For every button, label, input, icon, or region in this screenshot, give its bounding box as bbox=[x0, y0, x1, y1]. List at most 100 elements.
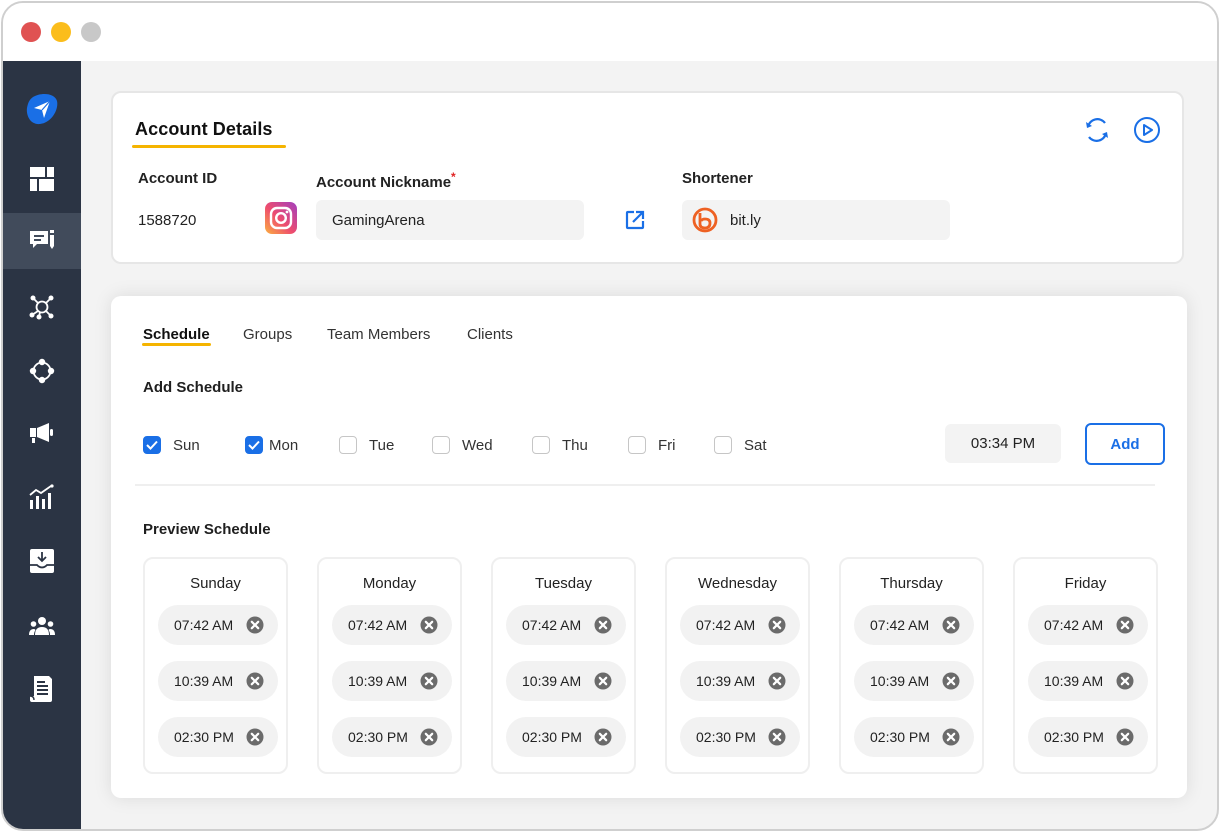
time-pill-label: 10:39 AM bbox=[174, 673, 234, 689]
day-name: Sunday bbox=[190, 575, 241, 592]
remove-time-button[interactable] bbox=[768, 728, 786, 746]
sidebar-item-reports[interactable] bbox=[3, 661, 81, 717]
remove-time-button[interactable] bbox=[1116, 616, 1134, 634]
megaphone-icon bbox=[30, 423, 53, 443]
time-pill: 07:42 AM bbox=[506, 605, 626, 645]
remove-time-button[interactable] bbox=[942, 616, 960, 634]
sidebar-logo[interactable] bbox=[3, 81, 81, 137]
remove-time-button[interactable] bbox=[420, 616, 438, 634]
remove-time-icon bbox=[594, 728, 612, 746]
day-card-friday: Friday 07:42 AM 10:39 AM 02:30 PM bbox=[1013, 557, 1158, 774]
instagram-icon bbox=[265, 202, 297, 234]
checkbox[interactable] bbox=[714, 436, 732, 454]
day-checkbox-mon[interactable]: Mon bbox=[245, 436, 298, 454]
sidebar-item-analytics[interactable] bbox=[3, 469, 81, 525]
checkbox[interactable] bbox=[628, 436, 646, 454]
remove-time-button[interactable] bbox=[768, 616, 786, 634]
time-pill-label: 10:39 AM bbox=[348, 673, 408, 689]
sidebar-item-messages[interactable] bbox=[3, 213, 81, 269]
time-pill-label: 02:30 PM bbox=[870, 729, 930, 745]
tab-groups[interactable]: Groups bbox=[243, 326, 292, 343]
checkbox[interactable] bbox=[339, 436, 357, 454]
chat-edit-icon bbox=[30, 230, 54, 249]
refresh-button[interactable] bbox=[1082, 115, 1112, 145]
checkbox[interactable] bbox=[245, 436, 263, 454]
paper-plane-icon bbox=[26, 93, 58, 125]
day-checkbox-fri[interactable]: Fri bbox=[628, 436, 676, 454]
remove-time-button[interactable] bbox=[768, 672, 786, 690]
remove-time-button[interactable] bbox=[246, 728, 264, 746]
day-checkbox-thu[interactable]: Thu bbox=[532, 436, 588, 454]
day-checkbox-sat[interactable]: Sat bbox=[714, 436, 767, 454]
minimize-window-button[interactable] bbox=[51, 22, 71, 42]
users-icon bbox=[29, 617, 55, 635]
time-pill: 07:42 AM bbox=[158, 605, 278, 645]
time-pill-label: 07:42 AM bbox=[522, 617, 582, 633]
remove-time-icon bbox=[246, 672, 264, 690]
remove-time-button[interactable] bbox=[420, 672, 438, 690]
time-pill: 10:39 AM bbox=[332, 661, 452, 701]
shortener-value: bit.ly bbox=[730, 211, 761, 229]
remove-time-button[interactable] bbox=[594, 728, 612, 746]
day-checkbox-label: Wed bbox=[462, 436, 493, 454]
sidebar-item-dashboard[interactable] bbox=[3, 151, 81, 207]
remove-time-icon bbox=[420, 672, 438, 690]
remove-time-button[interactable] bbox=[246, 616, 264, 634]
remove-time-button[interactable] bbox=[420, 728, 438, 746]
time-pill: 02:30 PM bbox=[854, 717, 974, 757]
account-details-title: Account Details bbox=[135, 119, 273, 139]
preview-schedule-title: Preview Schedule bbox=[143, 521, 271, 538]
play-button[interactable] bbox=[1132, 115, 1162, 145]
remove-time-button[interactable] bbox=[942, 672, 960, 690]
sidebar-item-team[interactable] bbox=[3, 599, 81, 655]
grid-icon bbox=[30, 167, 54, 191]
remove-time-icon bbox=[768, 728, 786, 746]
sidebar-item-connections[interactable] bbox=[3, 343, 81, 399]
tab-clients[interactable]: Clients bbox=[467, 326, 513, 343]
remove-time-icon bbox=[768, 672, 786, 690]
day-card-sunday: Sunday 07:42 AM 10:39 AM 02:30 PM bbox=[143, 557, 288, 774]
remove-time-button[interactable] bbox=[246, 672, 264, 690]
time-pill: 02:30 PM bbox=[158, 717, 278, 757]
remove-time-button[interactable] bbox=[1116, 672, 1134, 690]
time-pill-label: 02:30 PM bbox=[1044, 729, 1104, 745]
day-checkbox-label: Fri bbox=[658, 436, 676, 454]
remove-time-icon bbox=[1116, 728, 1134, 746]
document-icon bbox=[29, 676, 52, 702]
sidebar-item-network[interactable] bbox=[3, 279, 81, 335]
remove-time-button[interactable] bbox=[1116, 728, 1134, 746]
day-checkbox-sun[interactable]: Sun bbox=[143, 436, 200, 454]
day-checkbox-tue[interactable]: Tue bbox=[339, 436, 394, 454]
time-pill: 07:42 AM bbox=[332, 605, 452, 645]
time-pill-label: 10:39 AM bbox=[522, 673, 582, 689]
checkbox[interactable] bbox=[432, 436, 450, 454]
checkbox[interactable] bbox=[532, 436, 550, 454]
checkbox[interactable] bbox=[143, 436, 161, 454]
remove-time-button[interactable] bbox=[594, 672, 612, 690]
shortener-select[interactable]: bit.ly bbox=[682, 200, 950, 240]
sidebar bbox=[3, 61, 81, 829]
add-schedule-button[interactable]: Add bbox=[1085, 423, 1165, 465]
time-pill: 10:39 AM bbox=[680, 661, 800, 701]
time-pill: 02:30 PM bbox=[506, 717, 626, 757]
shortener-label: Shortener bbox=[682, 170, 753, 187]
day-checkbox-wed[interactable]: Wed bbox=[432, 436, 493, 454]
tab-schedule[interactable]: Schedule bbox=[143, 326, 210, 343]
maximize-window-button[interactable] bbox=[81, 22, 101, 42]
time-input[interactable]: 03:34 PM bbox=[945, 424, 1061, 463]
day-checkbox-label: Sun bbox=[173, 436, 200, 454]
sidebar-item-campaigns[interactable] bbox=[3, 405, 81, 461]
remove-time-button[interactable] bbox=[942, 728, 960, 746]
time-pill-label: 10:39 AM bbox=[1044, 673, 1104, 689]
close-window-button[interactable] bbox=[21, 22, 41, 42]
chart-icon bbox=[29, 484, 54, 509]
remove-time-icon bbox=[942, 728, 960, 746]
nickname-input[interactable]: GamingArena bbox=[316, 200, 584, 240]
remove-time-button[interactable] bbox=[594, 616, 612, 634]
sidebar-item-inbox[interactable] bbox=[3, 533, 81, 589]
day-card-wednesday: Wednesday 07:42 AM 10:39 AM 02:30 PM bbox=[665, 557, 810, 774]
day-card-tuesday: Tuesday 07:42 AM 10:39 AM 02:30 PM bbox=[491, 557, 636, 774]
open-account-link-button[interactable] bbox=[624, 209, 646, 231]
tab-team-members[interactable]: Team Members bbox=[327, 326, 430, 343]
time-pill-label: 02:30 PM bbox=[522, 729, 582, 745]
